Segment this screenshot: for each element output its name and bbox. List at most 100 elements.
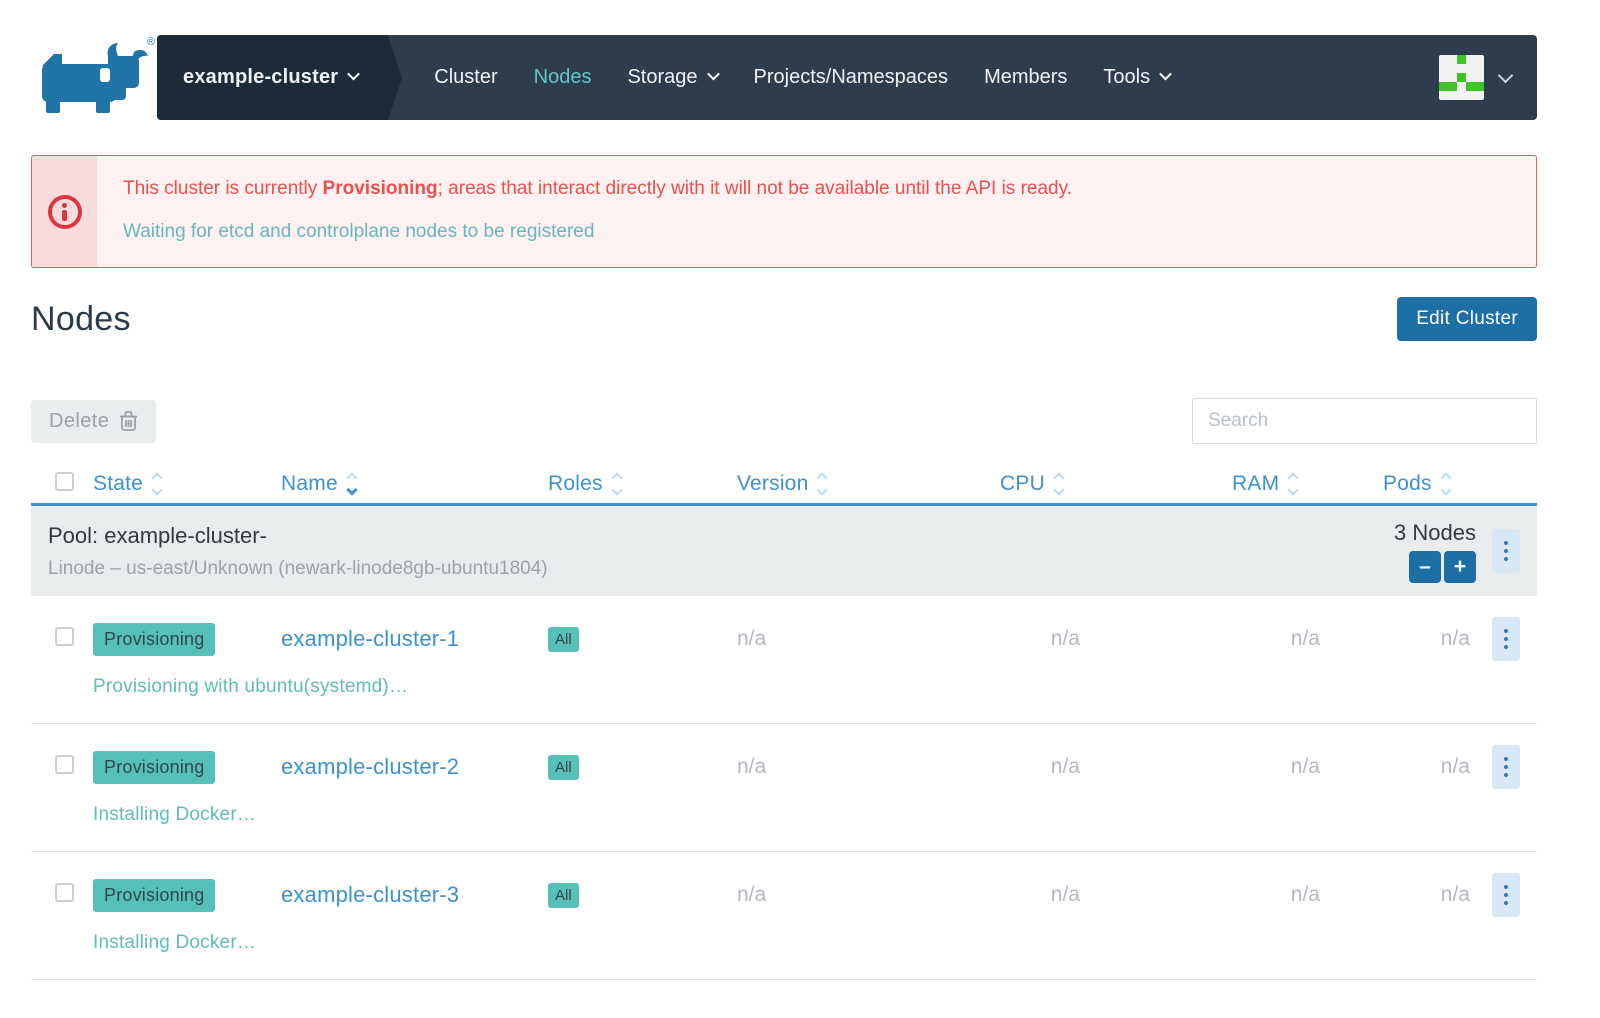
column-header-name[interactable]: Name	[281, 472, 548, 496]
identicon-pixel	[1439, 91, 1448, 100]
row-checkbox[interactable]	[55, 627, 74, 646]
state-cell: Provisioning	[93, 623, 281, 656]
version-cell: n/a	[737, 755, 1000, 779]
column-header-roles[interactable]: Roles	[548, 472, 737, 496]
name-cell: example-cluster-3	[281, 882, 548, 908]
row-actions-kebab-menu[interactable]	[1492, 617, 1520, 661]
scale-down-button[interactable]: –	[1409, 551, 1441, 583]
provisioning-alert-banner: This cluster is currently Provisioning; …	[31, 155, 1537, 268]
column-header-pods[interactable]: Pods	[1383, 472, 1492, 496]
column-label: CPU	[1000, 472, 1045, 496]
role-badge: All	[548, 627, 579, 652]
node-pool-row: Pool: example-cluster- Linode – us-east/…	[31, 506, 1537, 596]
node-name-link[interactable]: example-cluster-2	[281, 754, 459, 779]
chevron-down-icon	[347, 68, 360, 81]
column-header-cpu[interactable]: CPU	[1000, 472, 1232, 496]
identicon-pixel	[1457, 73, 1466, 82]
cluster-selector-label: example-cluster	[183, 66, 338, 89]
node-status-text: Installing Docker…	[93, 804, 1537, 826]
identicon-pixel	[1466, 55, 1475, 64]
alert-message-prefix: This cluster is currently	[123, 178, 323, 199]
identicon-pixel	[1466, 91, 1475, 100]
header-checkbox-cell	[31, 472, 93, 496]
user-avatar-identicon[interactable]	[1439, 55, 1484, 100]
column-header-ram[interactable]: RAM	[1232, 472, 1383, 496]
node-name-link[interactable]: example-cluster-1	[281, 626, 459, 651]
nav-item-nodes[interactable]: Nodes	[534, 66, 592, 89]
identicon-pixel	[1439, 55, 1448, 64]
trash-icon	[119, 411, 138, 432]
row-checkbox[interactable]	[55, 883, 74, 902]
select-all-checkbox[interactable]	[55, 472, 74, 491]
main-navbar: example-cluster Cluster Nodes Storage Pr…	[157, 35, 1537, 120]
info-circle-icon	[48, 195, 82, 229]
identicon-pixel	[1448, 82, 1457, 91]
chevron-down-icon	[1159, 68, 1172, 81]
row-checkbox[interactable]	[55, 755, 74, 774]
column-label: Roles	[548, 472, 603, 496]
identicon-pixel	[1475, 91, 1484, 100]
top-bar: ® example-cluster Cluster Nodes Storage …	[0, 35, 1600, 120]
alert-status-detail: Waiting for etcd and controlplane nodes …	[123, 220, 1072, 244]
nav-item-members[interactable]: Members	[984, 66, 1067, 89]
identicon-pixel	[1466, 82, 1475, 91]
search-input[interactable]	[1192, 398, 1537, 444]
version-cell: n/a	[737, 883, 1000, 907]
user-menu-chevron-down-icon[interactable]	[1498, 68, 1514, 84]
identicon-pixel	[1457, 91, 1466, 100]
ram-cell: n/a	[1232, 883, 1383, 907]
sort-icon	[1442, 474, 1450, 494]
pool-actions-kebab-menu[interactable]	[1492, 529, 1520, 573]
nav-item-storage[interactable]: Storage	[627, 66, 717, 89]
chevron-down-icon	[707, 68, 720, 81]
column-label: RAM	[1232, 472, 1279, 496]
nav-item-projects-namespaces[interactable]: Projects/Namespaces	[754, 66, 949, 89]
state-badge: Provisioning	[93, 879, 215, 912]
actions-cell	[1492, 617, 1537, 661]
column-label: Name	[281, 472, 338, 496]
identicon-pixel	[1475, 55, 1484, 64]
actions-cell	[1492, 873, 1537, 917]
ram-cell: n/a	[1232, 627, 1383, 651]
rancher-logo[interactable]: ®	[30, 42, 157, 114]
cluster-selector[interactable]: example-cluster	[157, 35, 388, 120]
roles-cell: All	[548, 627, 737, 652]
table-row: Provisioning example-cluster-2 All n/a n…	[31, 724, 1537, 852]
pool-node-count: 3 Nodes	[1394, 520, 1476, 546]
nav-item-cluster[interactable]: Cluster	[434, 66, 497, 89]
info-icon-stem	[62, 210, 67, 221]
delete-button[interactable]: Delete	[31, 400, 156, 443]
alert-message-state: Provisioning	[323, 178, 438, 199]
identicon-pixel	[1439, 64, 1448, 73]
page-header: Nodes Edit Cluster	[31, 297, 1537, 341]
alert-message-suffix: ; areas that interact directly with it w…	[438, 178, 1072, 199]
sort-icon	[613, 474, 621, 494]
table-row: Provisioning example-cluster-3 All n/a n…	[31, 852, 1537, 980]
edit-cluster-button[interactable]: Edit Cluster	[1397, 297, 1537, 341]
identicon-pixel	[1439, 73, 1448, 82]
pool-scale-controls: 3 Nodes – +	[1394, 520, 1476, 583]
column-header-version[interactable]: Version	[737, 472, 1000, 496]
identicon-pixel	[1475, 73, 1484, 82]
column-label: Version	[737, 472, 808, 496]
nav-item-tools[interactable]: Tools	[1103, 66, 1170, 89]
column-header-state[interactable]: State	[93, 472, 281, 496]
scale-up-button[interactable]: +	[1444, 551, 1476, 583]
name-cell: example-cluster-1	[281, 626, 548, 652]
scale-buttons: – +	[1409, 551, 1476, 583]
rancher-cow-icon	[38, 42, 150, 114]
pods-cell: n/a	[1383, 883, 1492, 907]
nav-label: Cluster	[434, 66, 497, 89]
row-actions-kebab-menu[interactable]	[1492, 873, 1520, 917]
name-cell: example-cluster-2	[281, 754, 548, 780]
nav-label: Projects/Namespaces	[754, 66, 949, 89]
row-actions-kebab-menu[interactable]	[1492, 745, 1520, 789]
nodes-table: State Name Roles Version CPU RAM Pods Po…	[31, 465, 1537, 980]
cluster-selector-arrow	[388, 36, 402, 120]
nav-label: Storage	[627, 66, 697, 89]
role-badge: All	[548, 755, 579, 780]
table-row: Provisioning example-cluster-1 All n/a n…	[31, 596, 1537, 724]
node-name-link[interactable]: example-cluster-3	[281, 882, 459, 907]
identicon-pixel	[1448, 55, 1457, 64]
actions-cell	[1492, 745, 1537, 789]
